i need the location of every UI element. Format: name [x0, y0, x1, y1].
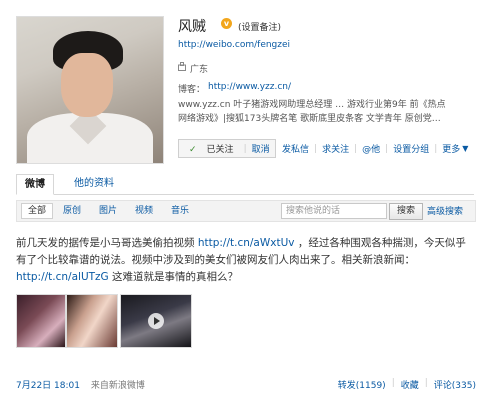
profile-url-link[interactable]: http://weibo.com/fengzei	[178, 40, 290, 50]
profile-bio: www.yzz.cn 叶子猪游戏网助理总经理 … 游戏行业第9年 前《热点 网络…	[178, 98, 476, 126]
mention-link[interactable]: @他	[362, 142, 380, 155]
profile-location: 广东	[190, 65, 209, 75]
tab-profile-info[interactable]: 他的资料	[66, 174, 122, 193]
post-link-2[interactable]: http://t.cn/alUTzG	[16, 271, 109, 283]
post-source[interactable]: 来自新浪微博	[91, 381, 145, 391]
filter-bar: 全部 原创 图片 视频 音乐 搜索他说的话 搜索 高级搜索	[16, 200, 476, 222]
profile-actions: 发私信 | 求关注 | @他 | 设置分组 | 更多 ▼	[282, 142, 469, 156]
comment-link[interactable]: 评论(335)	[434, 378, 476, 391]
profile-avatar[interactable]	[16, 16, 164, 164]
filter-all[interactable]: 全部	[21, 203, 54, 219]
profile-name: 风贼	[178, 19, 206, 35]
post-footer: 7月22日 18:01 来自新浪微博 转发(1159) | 收藏 | 评论(33…	[16, 378, 476, 391]
favorite-link[interactable]: 收藏	[401, 378, 419, 391]
location-icon	[178, 62, 186, 71]
search-button[interactable]: 搜索	[389, 203, 423, 220]
followed-indicator: ✓ 已关注	[179, 142, 244, 155]
filter-videos[interactable]: 视频	[129, 204, 159, 218]
post-stats: 转发(1159) | 收藏 | 评论(335)	[337, 378, 476, 391]
bio-line-2: 网络游戏》|搜狐173头牌名笔 歌斯底里皮条客 文学青年 原创党…	[178, 114, 441, 124]
play-icon[interactable]	[148, 313, 164, 329]
followed-label: 已关注	[206, 145, 234, 155]
filter-original[interactable]: 原创	[57, 204, 87, 218]
post-video-thumbnail[interactable]	[120, 294, 192, 348]
search-input[interactable]: 搜索他说的话	[281, 203, 387, 219]
set-group-link[interactable]: 设置分组	[393, 142, 429, 155]
post-text-1: 前几天发的据传是小马哥选美偷拍视频	[16, 237, 198, 249]
post-image-2[interactable]	[66, 294, 118, 348]
post-link-1[interactable]: http://t.cn/aWxtUv	[198, 237, 295, 249]
more-link[interactable]: 更多	[442, 142, 460, 155]
unfollow-button[interactable]: 取消	[247, 142, 275, 155]
tab-weibo[interactable]: 微博	[16, 174, 54, 195]
chevron-down-icon[interactable]: ▼	[462, 144, 468, 153]
send-message-link[interactable]: 发私信	[282, 142, 309, 155]
filter-images[interactable]: 图片	[93, 204, 123, 218]
blog-link[interactable]: http://www.yzz.cn/	[208, 82, 291, 92]
blog-label: 博客：	[178, 85, 206, 95]
follow-status-box: ✓ 已关注 | 取消	[178, 139, 276, 158]
filter-music[interactable]: 音乐	[165, 204, 195, 218]
post-text: 前几天发的据传是小马哥选美偷拍视频 http://t.cn/aWxtUv ，经过…	[16, 235, 476, 286]
advanced-search-link[interactable]: 高级搜索	[427, 204, 463, 217]
set-remark-link[interactable]: (设置备注)	[238, 20, 281, 33]
request-follow-link[interactable]: 求关注	[322, 142, 349, 155]
verified-badge-icon: v	[221, 18, 232, 29]
post-image-1[interactable]	[16, 294, 66, 348]
post-date[interactable]: 7月22日 18:01	[16, 381, 80, 391]
check-icon: ✓	[189, 145, 197, 155]
forward-link[interactable]: 转发(1159)	[338, 378, 386, 391]
post-text-3: 这难道就是事情的真相么？	[108, 271, 239, 283]
bio-line-1: www.yzz.cn 叶子猪游戏网助理总经理 … 游戏行业第9年 前《热点	[178, 100, 446, 110]
profile-tabs: 微博 他的资料	[16, 174, 474, 195]
